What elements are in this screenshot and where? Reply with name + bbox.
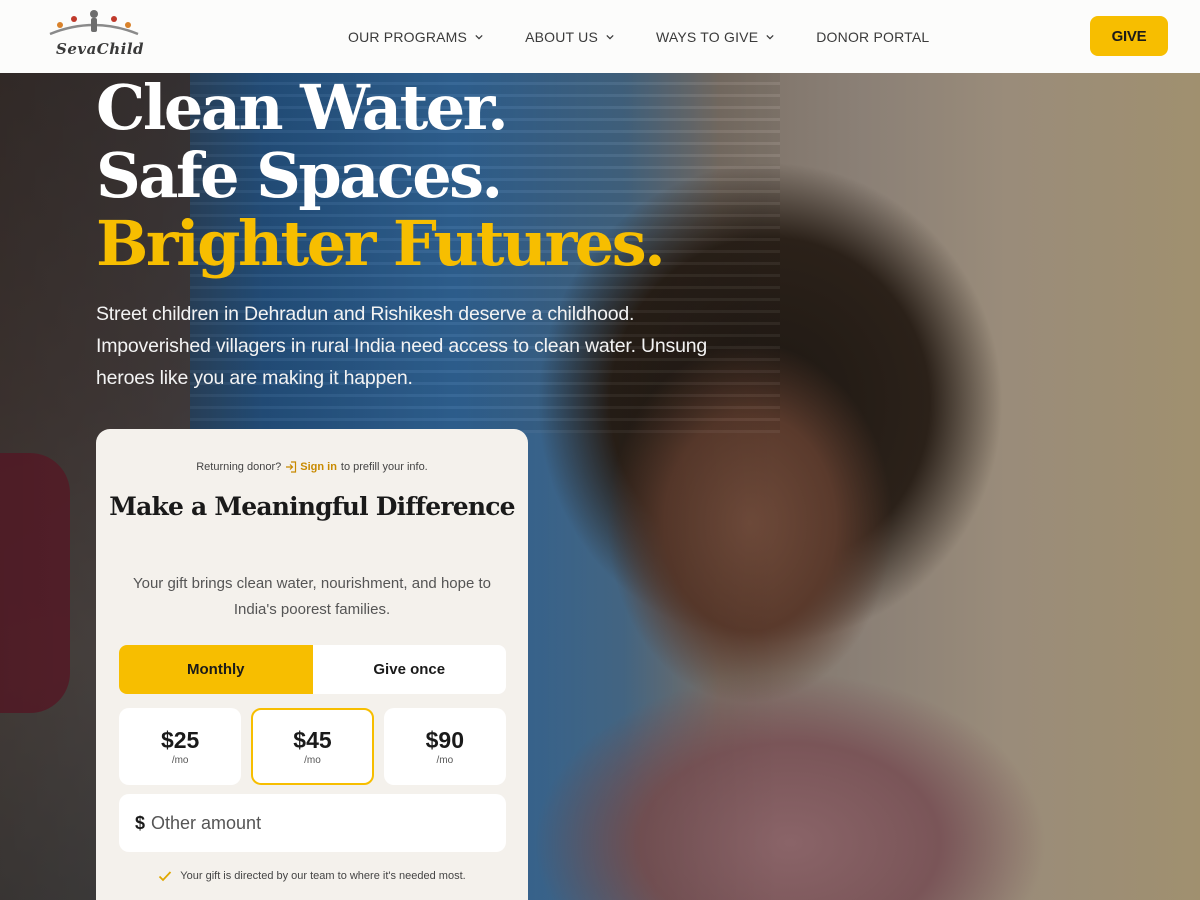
amount-option-45[interactable]: $45 /mo: [251, 708, 374, 785]
monthly-option[interactable]: Monthly: [119, 645, 313, 694]
nav-donor-portal[interactable]: DONOR PORTAL: [816, 29, 929, 45]
donation-card: Returning donor? Sign in to prefill your…: [96, 429, 528, 900]
other-amount-input[interactable]: [151, 812, 472, 834]
nav-label: DONOR PORTAL: [816, 28, 930, 45]
nav-label: WAYS TO GIVE: [656, 28, 759, 45]
give-button[interactable]: GIVE: [1090, 16, 1168, 56]
returning-suffix: to prefill your info.: [340, 461, 428, 473]
nav-about-us[interactable]: ABOUT US: [525, 29, 614, 45]
hero-subtitle: Street children in Dehradun and Rishikes…: [96, 303, 708, 389]
nav-our-programs[interactable]: OUR PROGRAMS: [348, 29, 483, 45]
hero-headline-line2: Safe Spaces.: [96, 139, 503, 212]
logo-text: SevaChild: [56, 40, 145, 58]
returning-prefix: Returning donor?: [196, 461, 282, 473]
nav-label: OUR PROGRAMS: [348, 28, 468, 45]
hero-headline-line3: Brighter Futures.: [96, 207, 666, 280]
give-once-option[interactable]: Give once: [313, 645, 507, 694]
amount-period: /mo: [304, 755, 321, 766]
checkmark-icon: [159, 871, 172, 882]
logo[interactable]: SevaChild: [46, 10, 145, 62]
currency-symbol: $: [135, 812, 146, 833]
sign-in-link[interactable]: Sign in: [285, 461, 337, 473]
chevron-down-icon: [766, 34, 774, 39]
returning-donor-line: Returning donor? Sign in to prefill your…: [96, 461, 528, 473]
hero-headline: Clean Water. Safe Spaces. Brighter Futur…: [96, 71, 666, 280]
logo-people-icon: [49, 10, 139, 36]
main-nav: OUR PROGRAMS ABOUT US WAYS TO GIVE DONOR…: [348, 0, 971, 73]
amount-value: $90: [425, 727, 464, 753]
hero-headline-line1: Clean Water.: [96, 71, 509, 144]
frequency-toggle: Monthly Give once: [119, 645, 506, 694]
donation-note: Your gift is directed by our team to whe…: [96, 870, 528, 882]
amount-option-25[interactable]: $25 /mo: [119, 708, 242, 785]
amount-period: /mo: [436, 755, 454, 766]
chevron-down-icon: [475, 34, 483, 39]
amount-period: /mo: [171, 755, 189, 766]
nav-ways-to-give[interactable]: WAYS TO GIVE: [656, 29, 774, 45]
other-amount-field[interactable]: $: [119, 794, 506, 852]
sign-in-label: Sign in: [300, 461, 337, 473]
donation-subtitle: Your gift brings clean water, nourishmen…: [132, 575, 491, 618]
site-header: SevaChild OUR PROGRAMS ABOUT US WAYS TO …: [0, 0, 1200, 73]
donation-note-text: Your gift is directed by our team to whe…: [180, 870, 466, 882]
amount-options: $25 /mo $45 /mo $90 /mo: [119, 708, 506, 785]
donation-title: Make a Meaningful Difference: [109, 492, 515, 521]
amount-value: $25: [160, 727, 200, 753]
chevron-down-icon: [606, 34, 614, 39]
sign-in-icon: [286, 461, 297, 473]
nav-label: ABOUT US: [525, 28, 598, 45]
amount-option-90[interactable]: $90 /mo: [383, 708, 506, 785]
amount-value: $45: [293, 727, 332, 753]
